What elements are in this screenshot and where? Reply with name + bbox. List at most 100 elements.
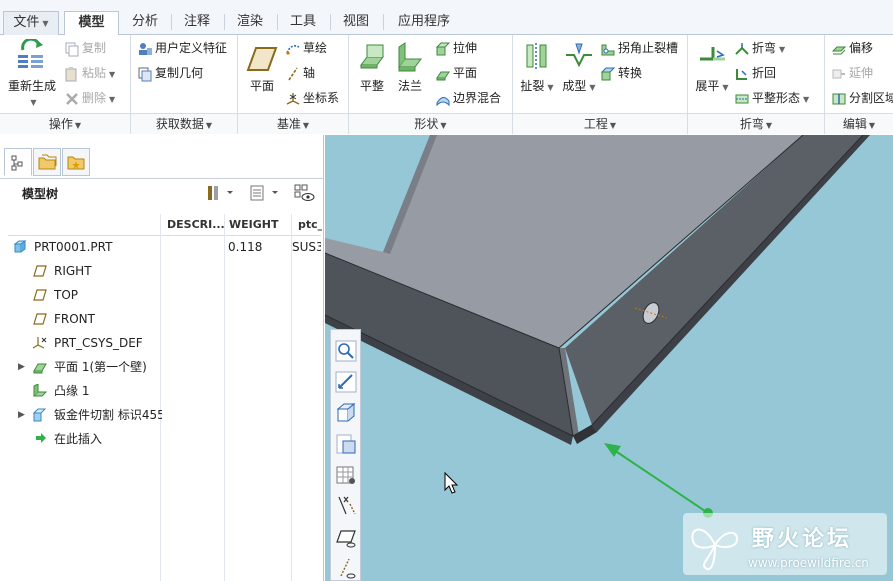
offset-button[interactable]: 偏移 <box>831 37 873 59</box>
chevron-down-icon: ▼ <box>609 121 617 130</box>
user-defined-feature-button[interactable]: 用户定义特征 <box>137 37 227 59</box>
tab-file[interactable]: 文件 ▼ <box>3 11 59 35</box>
tree-filter-button[interactable] <box>248 183 280 206</box>
tree-row-datum-front[interactable]: FRONT <box>8 308 321 330</box>
group-shapes-label[interactable]: 形状 ▼ <box>349 113 512 134</box>
group-label-text: 形状 <box>414 117 439 131</box>
column-description[interactable]: DESCRI... <box>167 218 225 231</box>
tools-icon <box>208 186 233 200</box>
tab-annotate[interactable]: 注释 <box>172 11 222 35</box>
column-weight[interactable]: WEIGHT <box>229 218 285 231</box>
tab-view[interactable]: 视图 <box>331 11 381 35</box>
csys-icon <box>32 337 47 349</box>
group-get-data-label[interactable]: 获取数据 ▼ <box>131 113 237 134</box>
group-datum-label[interactable]: 基准 ▼ <box>238 113 348 134</box>
regenerate-label: 重新生成 <box>7 79 56 93</box>
corner-relief-label: 拐角止裂槽 <box>618 41 679 55</box>
tree-columns-button[interactable] <box>293 183 317 206</box>
rip-button[interactable]: 扯裂 ▼ <box>517 41 557 94</box>
extrude-icon <box>435 42 451 55</box>
unbend-button[interactable]: 展平 ▼ <box>692 41 732 94</box>
tab-applications[interactable]: 应用程序 <box>384 11 464 35</box>
shape-plane-button[interactable]: 平面 <box>435 62 477 84</box>
datum-display-button[interactable] <box>334 494 358 518</box>
tab-tools[interactable]: 工具 <box>278 11 328 35</box>
view-manager-button[interactable] <box>334 432 358 456</box>
view-manager-icon <box>336 434 356 454</box>
paste-button[interactable]: 粘贴 ▼ <box>64 62 115 84</box>
copy-geometry-button[interactable]: 复制几何 <box>137 62 203 84</box>
flange-wall-button[interactable]: 法兰 <box>393 41 427 94</box>
group-operations-label[interactable]: 操作 ▼ <box>0 113 130 134</box>
refit-button[interactable] <box>334 339 358 363</box>
tab-analysis-label: 分析 <box>131 14 158 29</box>
extend-button[interactable]: 延伸 <box>831 62 873 84</box>
group-engineering-label[interactable]: 工程 ▼ <box>513 113 687 134</box>
paste-icon <box>65 66 77 81</box>
flat-state-button[interactable]: 平整形态 ▼ <box>734 87 809 109</box>
tree-row-insert-here[interactable]: 在此插入 <box>8 428 321 450</box>
navigator-panel: 模型树 DESCRI... WEIGHT ptc_ PRT0001.PRT 0.… <box>0 135 324 581</box>
tree-row-name: 在此插入 <box>54 432 103 446</box>
expand-arrow-icon[interactable]: ▶ <box>18 404 25 426</box>
flat-wall-icon <box>360 44 384 69</box>
model-tree-header: 模型树 <box>0 178 323 206</box>
model-tree-icon <box>11 155 23 171</box>
plane-display-button[interactable] <box>334 525 358 549</box>
tree-row-ptc: SUS3 <box>292 240 321 254</box>
form-button[interactable]: 成型 ▼ <box>559 41 599 94</box>
tree-row-flange[interactable]: 凸缘 1 <box>8 380 321 402</box>
group-datum: 平面 草绘 轴 坐标系 基准 ▼ <box>238 35 349 134</box>
display-style-button[interactable] <box>334 463 358 487</box>
tab-model[interactable]: 模型 <box>64 11 119 36</box>
model-tree-title: 模型树 <box>22 187 59 201</box>
unbend-icon <box>700 47 725 61</box>
datum-plane-button[interactable]: 平面 <box>244 45 280 94</box>
group-label-text: 编辑 <box>842 117 867 131</box>
flat-wall-button[interactable]: 平整 <box>355 41 389 94</box>
tab-render[interactable]: 渲染 <box>225 11 275 35</box>
corner-relief-button[interactable]: 拐角止裂槽 <box>600 37 678 59</box>
group-label-text: 操作 <box>48 117 73 131</box>
group-bends-label[interactable]: 折弯 ▼ <box>688 113 824 134</box>
saved-orientations-button[interactable] <box>334 401 358 425</box>
tree-row-csys[interactable]: PRT_CSYS_DEF <box>8 332 321 354</box>
tree-row-datum-top[interactable]: TOP <box>8 284 321 306</box>
csys-button[interactable]: 坐标系 <box>285 87 339 109</box>
copy-button[interactable]: 复制 <box>64 37 106 59</box>
regenerate-button[interactable]: 重新生成 ▼ <box>6 39 58 108</box>
tree-row-sheetmetal-cut[interactable]: ▶ 钣金件切割 标识455 <box>8 404 321 426</box>
delete-button[interactable]: 删除 ▼ <box>64 87 115 109</box>
convert-button[interactable]: 转换 <box>600 62 642 84</box>
sketch-button[interactable]: 草绘 <box>285 37 327 59</box>
tree-row-name: 平面 1(第一个壁) <box>54 360 147 374</box>
tree-row-part[interactable]: PRT0001.PRT 0.118 SUS3 <box>8 236 321 258</box>
zoom-to-fit-button[interactable] <box>334 370 358 394</box>
tab-folder-browser[interactable] <box>33 148 61 176</box>
boundary-blend-button[interactable]: 边界混合 <box>435 87 501 109</box>
tree-row-datum-right[interactable]: RIGHT <box>8 260 321 282</box>
tree-settings-button[interactable] <box>205 183 235 206</box>
group-shapes: 平整 法兰 拉伸 平面 边界混合 形状 ▼ <box>349 35 513 134</box>
datum-plane-label: 平面 <box>249 79 274 93</box>
axis-display-button[interactable] <box>334 556 358 580</box>
flange-wall-icon <box>398 42 422 72</box>
tab-tools-label: 工具 <box>289 14 316 29</box>
group-editing-label[interactable]: 编辑 ▼ <box>825 113 893 134</box>
bend-back-button[interactable]: 折回 <box>734 62 776 84</box>
axis-button[interactable]: 轴 <box>285 62 315 84</box>
bend-button[interactable]: 折弯 ▼ <box>734 37 785 59</box>
column-ptc[interactable]: ptc_ <box>298 218 322 231</box>
tab-model-tree[interactable] <box>4 148 32 176</box>
tab-analysis[interactable]: 分析 <box>121 11 169 35</box>
copy-label: 复制 <box>82 41 107 55</box>
tree-row-flat-wall[interactable]: ▶ 平面 1(第一个壁) <box>8 356 321 378</box>
split-region-button[interactable]: 分割区域 <box>831 87 893 109</box>
bend-back-label: 折回 <box>752 66 777 80</box>
chevron-down-icon: ▼ <box>722 83 729 92</box>
delete-label: 删除 <box>82 91 107 105</box>
group-label-text: 折弯 <box>739 117 764 131</box>
extrude-button[interactable]: 拉伸 <box>435 37 477 59</box>
tab-favorites[interactable] <box>62 148 90 176</box>
expand-arrow-icon[interactable]: ▶ <box>18 356 25 378</box>
